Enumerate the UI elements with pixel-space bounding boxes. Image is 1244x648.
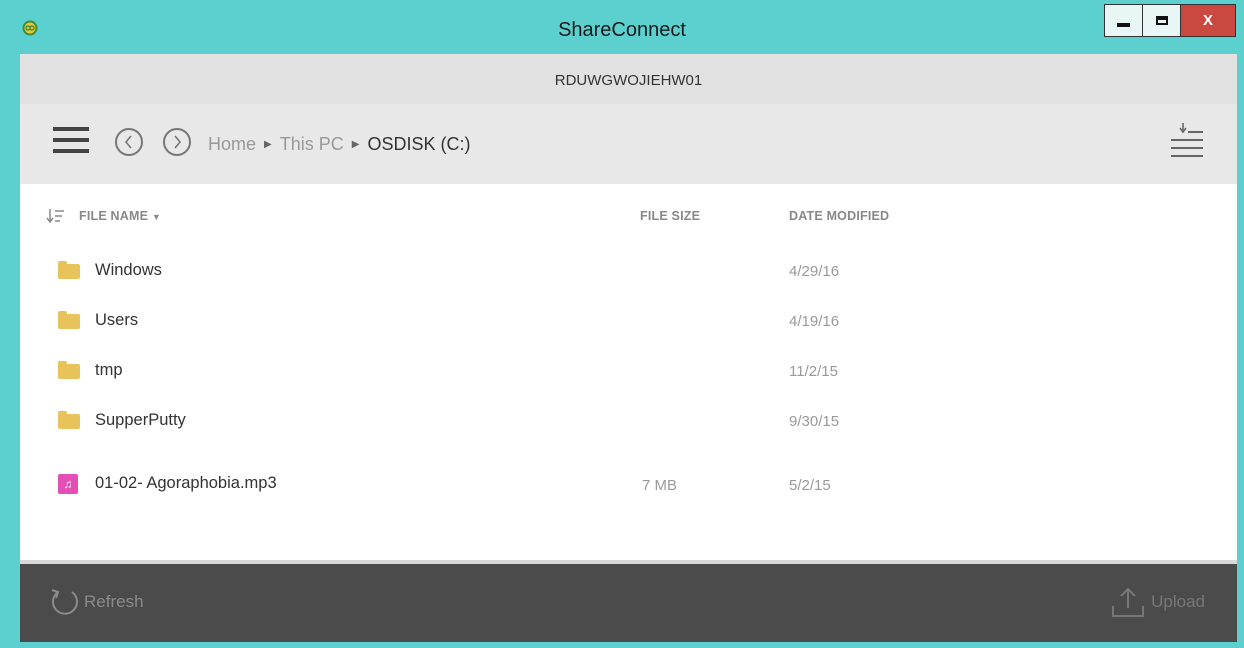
minimize-icon <box>1117 22 1130 27</box>
shareconnect-logo-icon <box>22 20 38 36</box>
back-button[interactable] <box>115 128 143 156</box>
file-row-supperputty[interactable]: SupperPutty 9/30/15 <box>20 404 1237 444</box>
file-name: tmp <box>95 361 123 379</box>
sort-options-button[interactable] <box>1170 122 1204 158</box>
breadcrumb-separator-icon: ▶ <box>264 139 272 150</box>
file-name: Users <box>95 311 139 329</box>
window-title: ShareConnect <box>558 19 686 41</box>
refresh-label: Refresh <box>84 592 144 611</box>
file-date: 4/19/16 <box>789 313 840 330</box>
upload-label: Upload <box>1151 592 1205 611</box>
folder-icon <box>58 411 80 429</box>
chevron-right-icon <box>174 135 182 149</box>
column-header-file-name[interactable]: FILE NAME ▼ <box>79 209 161 223</box>
close-icon: X <box>1202 12 1213 29</box>
file-list: FILE NAME ▼ FILE SIZE DATE MODIFIED Wind… <box>20 184 1237 560</box>
caret-down-icon: ▼ <box>151 212 161 222</box>
maximize-button[interactable] <box>1142 4 1181 37</box>
navigation-bar: Home ▶ This PC ▶ OSDISK (C:) <box>20 104 1237 184</box>
app-window: ShareConnect X RDUWGWOJIEHW01 Home ▶ Thi… <box>0 0 1244 648</box>
folder-icon <box>58 361 80 379</box>
file-row-agoraphobia[interactable]: ♫ 01-02- Agoraphobia.mp3 7 MB 5/2/15 <box>20 467 1237 507</box>
host-bar: RDUWGWOJIEHW01 <box>20 54 1237 104</box>
file-date: 11/2/15 <box>789 363 838 380</box>
file-row-tmp[interactable]: tmp 11/2/15 <box>20 354 1237 394</box>
hamburger-icon-line <box>53 149 89 153</box>
column-header-file-size[interactable]: FILE SIZE <box>640 209 700 223</box>
upload-icon <box>1112 587 1145 617</box>
breadcrumb-home[interactable]: Home <box>208 134 256 155</box>
breadcrumb: Home ▶ This PC ▶ OSDISK (C:) <box>208 134 470 155</box>
music-file-icon: ♫ <box>58 474 78 494</box>
file-name: Windows <box>95 261 162 279</box>
breadcrumb-this-pc[interactable]: This PC <box>280 134 344 155</box>
breadcrumb-current: OSDISK (C:) <box>367 134 471 154</box>
window-controls: X <box>1104 4 1236 38</box>
file-size: 7 MB <box>642 477 678 494</box>
footer-toolbar: Refresh Upload <box>20 564 1237 642</box>
sort-icon[interactable] <box>46 209 64 223</box>
file-row-users[interactable]: Users 4/19/16 <box>20 304 1237 344</box>
close-button[interactable]: X <box>1180 4 1236 37</box>
refresh-button[interactable]: Refresh <box>50 586 144 618</box>
hamburger-icon-line <box>53 127 89 131</box>
client-area: RDUWGWOJIEHW01 Home ▶ This PC ▶ OSDISK (… <box>20 54 1237 642</box>
folder-icon <box>58 261 80 279</box>
hamburger-icon-line <box>53 138 89 142</box>
file-date: 4/29/16 <box>789 263 840 280</box>
forward-button[interactable] <box>163 128 191 156</box>
breadcrumb-separator-icon: ▶ <box>351 139 360 150</box>
menu-button[interactable] <box>53 127 89 157</box>
maximize-icon <box>1155 16 1168 25</box>
column-header-date-modified[interactable]: DATE MODIFIED <box>789 209 889 223</box>
title-bar[interactable]: ShareConnect X <box>0 0 1244 54</box>
refresh-icon <box>51 589 78 615</box>
file-name: SupperPutty <box>95 411 186 429</box>
sort-list-icon <box>1171 123 1203 157</box>
column-header-file-name-label: FILE NAME <box>79 209 149 223</box>
host-name: RDUWGWOJIEHW01 <box>554 72 703 89</box>
file-date: 9/30/15 <box>789 413 840 430</box>
upload-button[interactable]: Upload <box>1111 586 1205 618</box>
file-row-windows[interactable]: Windows 4/29/16 <box>20 254 1237 294</box>
folder-icon <box>58 311 80 329</box>
file-date: 5/2/15 <box>789 477 831 494</box>
minimize-button[interactable] <box>1104 4 1143 37</box>
file-name: 01-02- Agoraphobia.mp3 <box>95 474 277 492</box>
chevron-left-icon <box>124 135 132 149</box>
